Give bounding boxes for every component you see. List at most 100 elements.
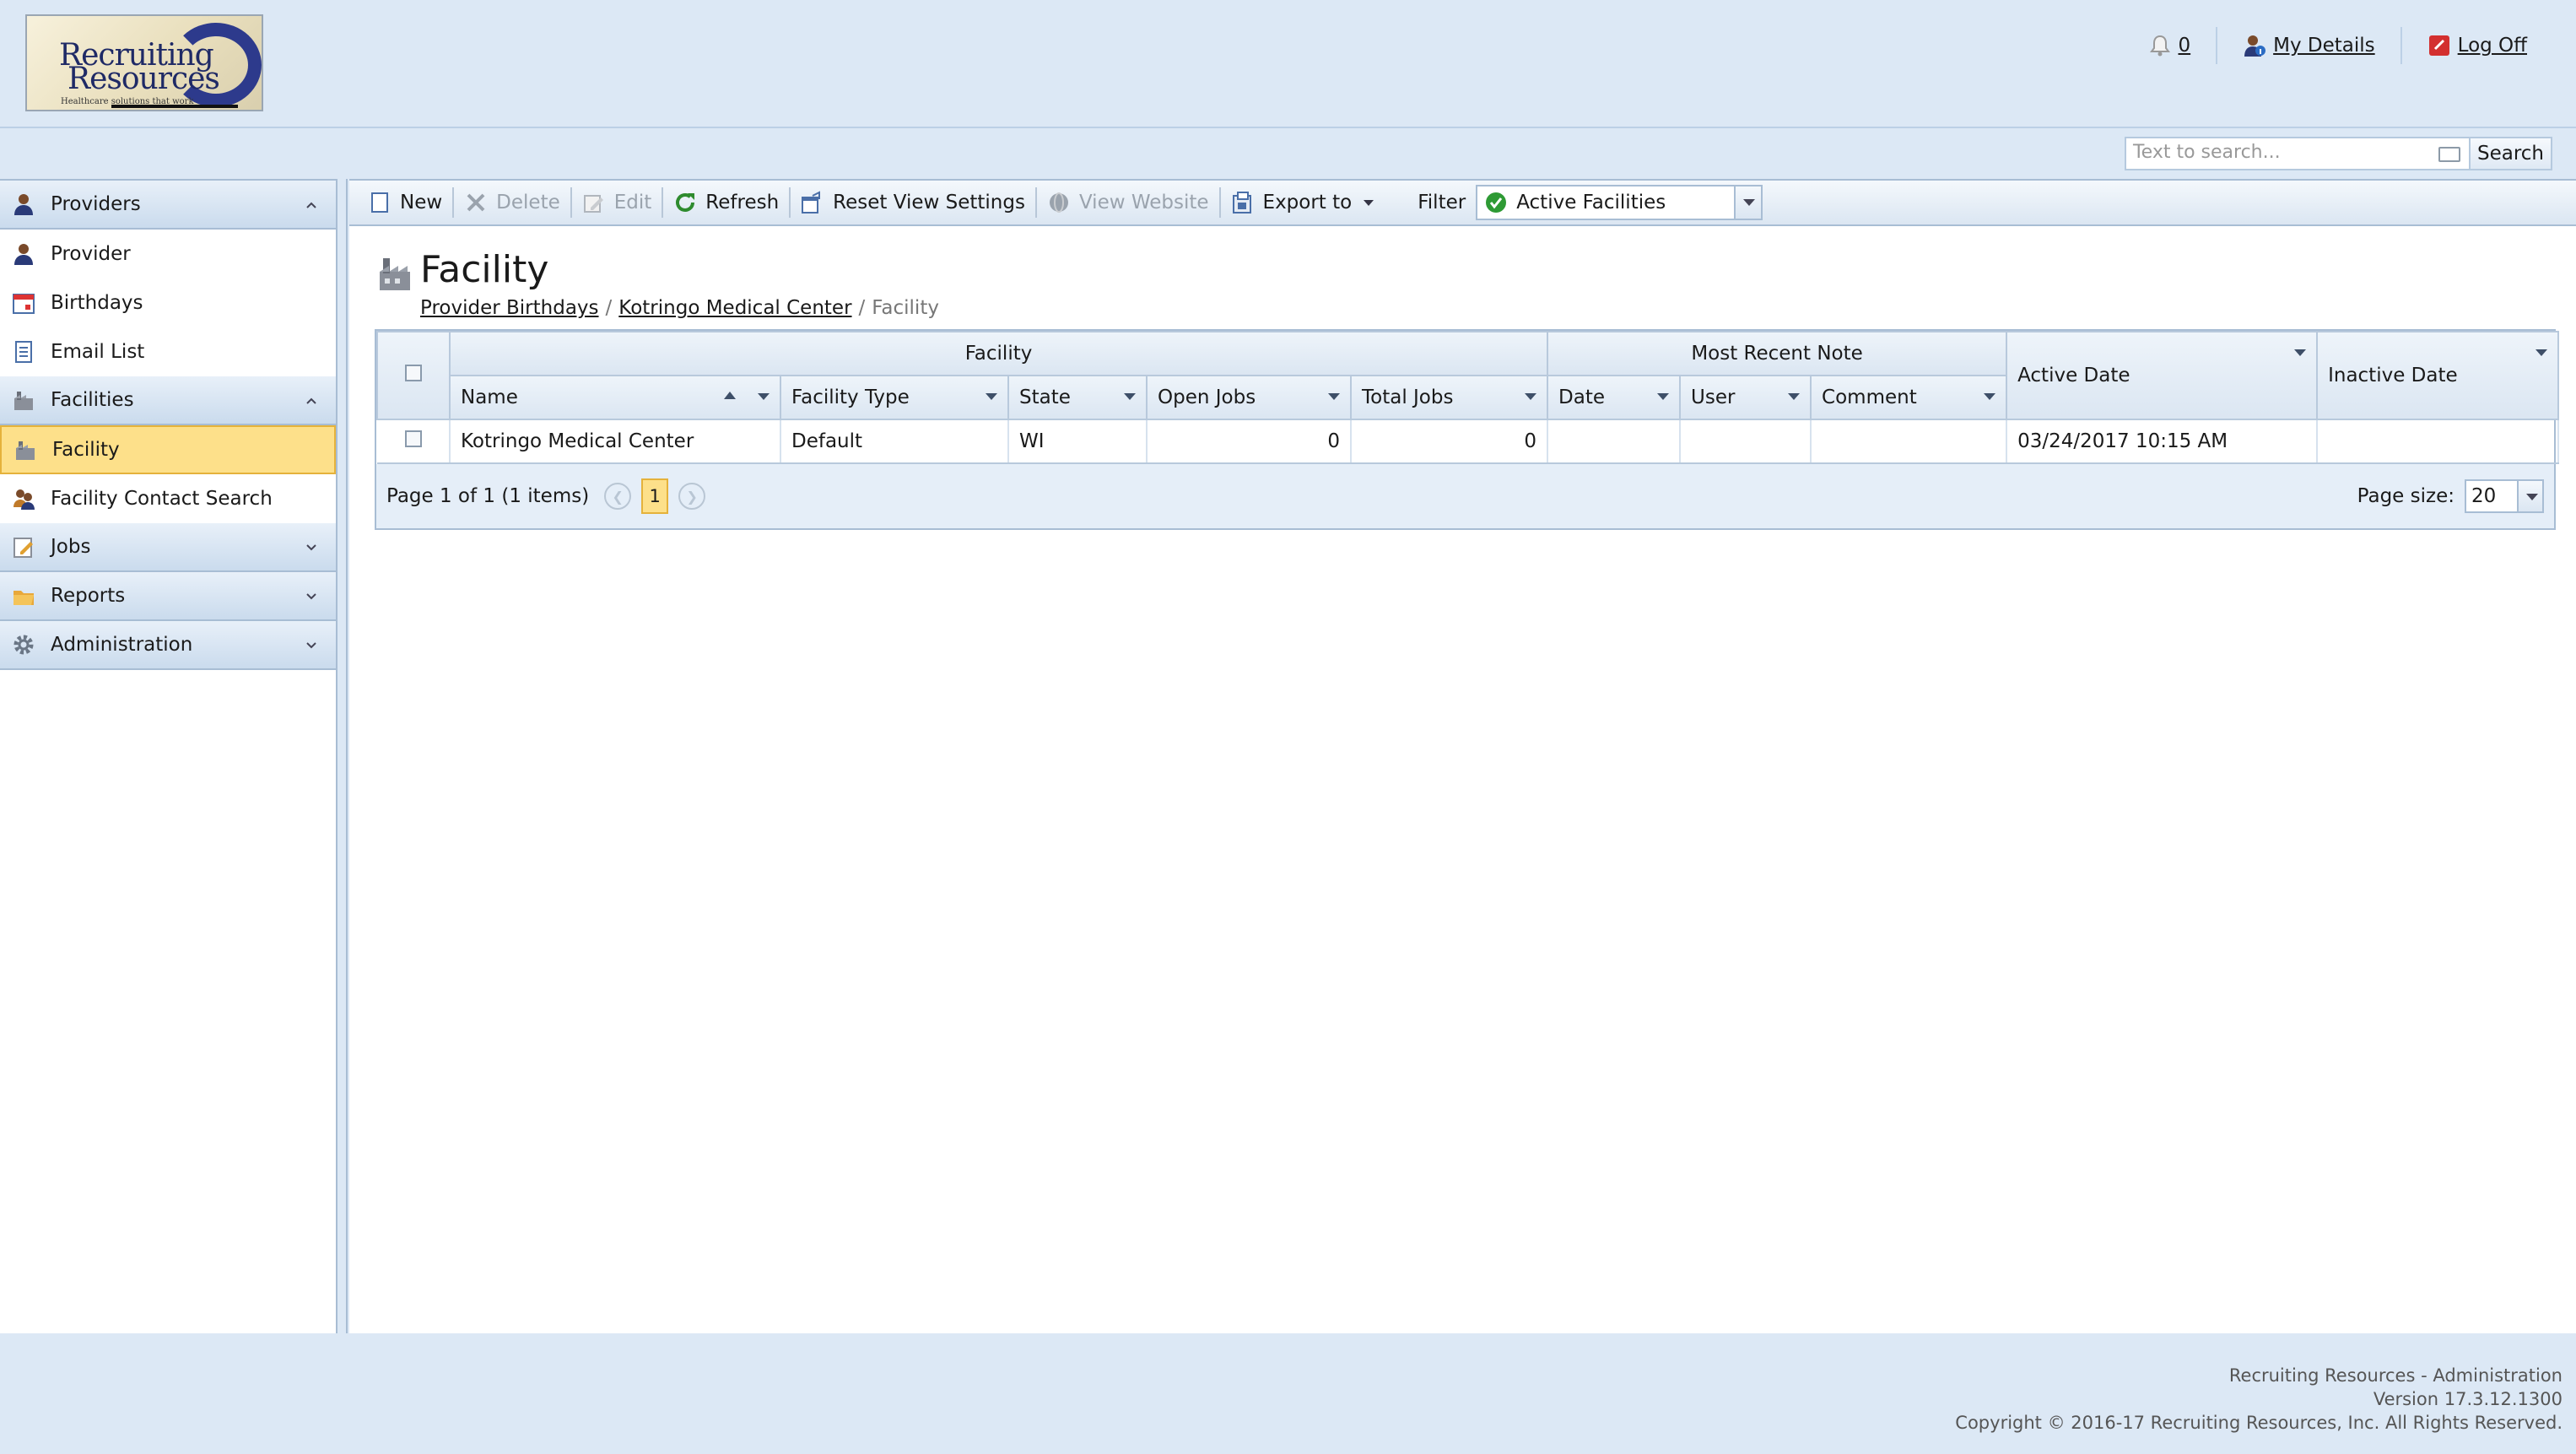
facility-table: Facility Most Recent Note Active Date In…: [376, 331, 2560, 464]
column-header-name[interactable]: Name: [449, 375, 781, 420]
column-header-total-jobs[interactable]: Total Jobs: [1349, 375, 1549, 420]
pager-summary: Page 1 of 1 (1 items): [386, 485, 590, 507]
reset-view-settings-button[interactable]: Reset View Settings: [791, 181, 1035, 224]
sidebar-item-facility-contact-search[interactable]: Facility Contact Search: [0, 474, 336, 523]
sidebar-item-label: Provider: [51, 243, 131, 265]
contacts-icon: [12, 487, 35, 511]
row-checkbox[interactable]: [404, 430, 422, 447]
column-header-active-date[interactable]: Active Date: [2006, 331, 2319, 420]
new-label: New: [400, 192, 443, 214]
top-links: 0 My Details Log Off: [2123, 27, 2553, 64]
view-website-button[interactable]: View Website: [1037, 181, 1219, 224]
nav-group-reports[interactable]: Reports: [0, 572, 336, 621]
column-header-label: Inactive Date: [2328, 365, 2458, 386]
factory-icon: [14, 438, 37, 462]
cell-comment: [1811, 419, 2008, 464]
log-off-icon: [2427, 34, 2451, 57]
filter-icon[interactable]: [1984, 393, 1996, 400]
filter-icon[interactable]: [1657, 393, 1670, 400]
search-input[interactable]: Text to search...: [2124, 137, 2471, 170]
cell-name[interactable]: Kotringo Medical Center: [450, 419, 781, 464]
column-header-label: Comment: [1822, 386, 1917, 408]
edit-icon: [582, 191, 606, 214]
column-header-comment[interactable]: Comment: [1810, 375, 2008, 420]
filter-icon[interactable]: [986, 393, 997, 400]
filter-select[interactable]: Active Facilities: [1476, 185, 1763, 220]
export-to-button[interactable]: Export to: [1221, 181, 1388, 224]
previous-page-icon[interactable]: ❮: [604, 483, 632, 510]
column-header-label: User: [1691, 386, 1736, 408]
filter-icon[interactable]: [2294, 349, 2307, 356]
edit-label: Edit: [613, 192, 652, 214]
my-details[interactable]: My Details: [2217, 34, 2400, 57]
band-header-most-recent-note: Most Recent Note: [1547, 331, 2008, 376]
filter-icon[interactable]: [758, 393, 770, 400]
next-page-icon[interactable]: ❯: [678, 483, 706, 510]
export-icon: [1231, 191, 1255, 214]
keyboard-icon[interactable]: [2438, 147, 2460, 162]
sidebar-item-email-list[interactable]: Email List: [0, 327, 336, 376]
footer: Recruiting Resources - Administration Ve…: [1955, 1364, 2562, 1435]
column-header-label: Date: [1558, 386, 1606, 408]
nav-group-jobs[interactable]: Jobs: [0, 523, 336, 572]
nav-group-facilities[interactable]: Facilities: [0, 376, 336, 425]
footer-version: Version 17.3.12.1300: [2373, 1389, 2562, 1409]
cell-total-jobs: 0: [1351, 419, 1549, 464]
cell-inactive-date: [2317, 419, 2560, 464]
new-document-icon: [368, 191, 392, 214]
column-header-facility-type[interactable]: Facility Type: [780, 375, 1009, 420]
refresh-label: Refresh: [705, 192, 780, 214]
breadcrumb-link-kotringo[interactable]: Kotringo Medical Center: [618, 297, 851, 319]
page-size-dropdown-button[interactable]: [2517, 481, 2542, 511]
nav-group-label: Facilities: [51, 389, 134, 411]
page-number-button[interactable]: 1: [641, 478, 669, 514]
refresh-button[interactable]: Refresh: [663, 181, 789, 224]
sort-ascending-icon: [724, 392, 736, 399]
user-info-icon: [2243, 34, 2266, 57]
table-row[interactable]: Kotringo Medical Center Default WI 0 0 0…: [377, 419, 2560, 464]
list-document-icon: [12, 340, 35, 364]
new-button[interactable]: New: [358, 181, 452, 224]
reset-view-icon: [801, 191, 824, 214]
filter-icon[interactable]: [2535, 349, 2548, 356]
chevron-down-icon: [306, 544, 316, 551]
sidebar-item-provider[interactable]: Provider: [0, 230, 336, 278]
my-details-link[interactable]: My Details: [2273, 35, 2375, 57]
company-logo[interactable]: Recruiting Resources Healthcare solution…: [25, 14, 263, 111]
folder-icon: [12, 584, 35, 608]
cell-date: [1547, 419, 1682, 464]
globe-icon: [1047, 191, 1071, 214]
notifications[interactable]: 0: [2123, 34, 2217, 57]
logo-tagline: Healthcare solutions that work: [61, 97, 194, 106]
column-header-inactive-date[interactable]: Inactive Date: [2316, 331, 2560, 420]
search-bar: Text to search... Search: [2124, 137, 2552, 170]
log-off[interactable]: Log Off: [2402, 34, 2552, 57]
page-size-select[interactable]: 20: [2465, 479, 2544, 513]
sidebar-item-facility[interactable]: Facility: [0, 425, 336, 474]
column-header-open-jobs[interactable]: Open Jobs: [1146, 375, 1352, 420]
nav-splitter[interactable]: [339, 179, 348, 1333]
person-icon: [12, 242, 35, 266]
toolbar: New Delete Edit Refresh Reset View Setti…: [349, 179, 2576, 226]
filter-icon[interactable]: [1788, 393, 1801, 400]
filter-icon[interactable]: [1124, 393, 1136, 400]
filter-icon[interactable]: [1328, 393, 1340, 400]
filter-icon[interactable]: [1525, 393, 1537, 400]
nav-group-administration[interactable]: Administration: [0, 621, 336, 670]
column-header-user[interactable]: User: [1679, 375, 1812, 420]
log-off-link[interactable]: Log Off: [2458, 35, 2527, 57]
column-header-date[interactable]: Date: [1547, 375, 1682, 420]
sidebar-item-birthdays[interactable]: Birthdays: [0, 278, 336, 327]
filter-dropdown-button[interactable]: [1734, 186, 1762, 219]
edit-button[interactable]: Edit: [572, 181, 662, 224]
factory-icon: [12, 388, 35, 412]
select-all-checkbox[interactable]: [405, 365, 422, 381]
notifications-count-link[interactable]: 0: [2179, 35, 2191, 57]
delete-button[interactable]: Delete: [454, 181, 570, 224]
breadcrumb-link-provider-birthdays[interactable]: Provider Birthdays: [420, 297, 599, 319]
nav-group-providers[interactable]: Providers: [0, 181, 336, 230]
column-header-state[interactable]: State: [1007, 375, 1148, 420]
column-header-label: State: [1019, 386, 1071, 408]
app-header: Recruiting Resources Healthcare solution…: [0, 0, 2576, 128]
search-button[interactable]: Search: [2470, 137, 2552, 170]
